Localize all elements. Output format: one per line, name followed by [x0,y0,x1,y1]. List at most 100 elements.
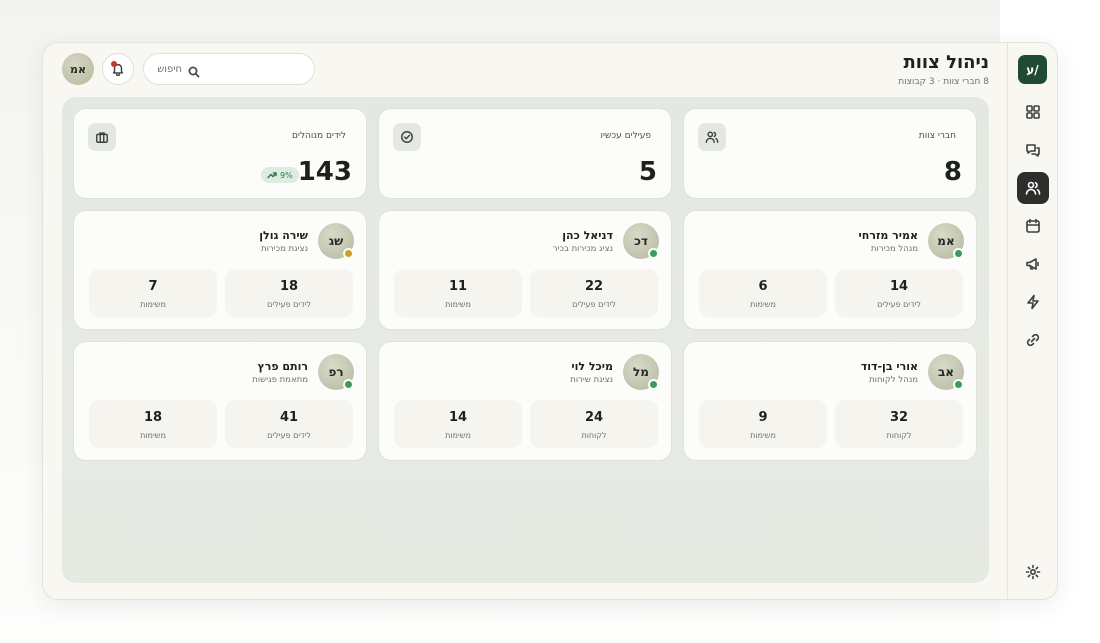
member-stat: 18 משימות [89,400,217,448]
member-stat: 14 לידים פעילים [835,269,963,317]
member-stat: 22 לידים פעילים [530,269,658,317]
member-name: רותם פרץ [257,360,308,373]
notifications-button[interactable] [102,53,134,85]
member-name: דניאל כהן [562,229,613,242]
search-input[interactable] [158,63,182,75]
member-stat-value: 6 [758,279,768,294]
status-dot [648,248,659,259]
member-name: שירה גולן [259,229,308,242]
stat-value: 5 [638,157,657,187]
member-stat-label: משימות [140,431,166,440]
member-stat-label: משימות [750,431,776,440]
member-stat-value: 41 [279,410,299,425]
stat-label: פעילים עכשיו [600,131,651,141]
member-stat: 24 לקוחות [530,400,658,448]
member-stat-value: 18 [279,279,299,294]
member-role: נציג מכירות בכיר [552,244,613,254]
status-dot [343,248,354,259]
stat-label: לידים מנוהלים [291,131,346,141]
settings-button[interactable] [1017,556,1049,588]
sidebar-item-calendar[interactable] [1017,210,1049,242]
users-icon [1025,181,1041,195]
search-icon [188,63,200,78]
page-title: ניהול צוות [903,52,989,73]
member-stat: 18 לידים פעילים [225,269,353,317]
main-panel: חברי צוות 8 פעילים עכשיו 5 לידים מנוהלים… [62,97,989,583]
stat-card-members: חברי צוות 8 [683,108,977,199]
member-name: אורי בן-דוד [860,360,918,373]
stat-card-active: פעילים עכשיו 5 [378,108,672,199]
member-stat-label: משימות [445,300,471,309]
member-stat: 32 לקוחות [835,400,963,448]
member-stat: 14 משימות [394,400,522,448]
header: ניהול צוות 8 חברי צוות · 3 קבוצות אמ [43,43,1009,97]
sidebar-item-automations[interactable] [1017,286,1049,318]
trend-value: 9% [280,170,293,180]
member-stat: 9 משימות [699,400,827,448]
sidebar-item-messages[interactable] [1017,134,1049,166]
member-stat: 41 לידים פעילים [225,400,353,448]
member-card[interactable]: אמ אמיר מזרחי מנהל מכירות 14 לידים פעילי… [683,210,977,330]
status-dot [953,379,964,390]
lightning-icon [1027,294,1039,310]
member-stat-label: משימות [445,431,471,440]
member-stat: 11 משימות [394,269,522,317]
member-stat-label: לידים פעילים [877,300,921,309]
member-card[interactable]: רפ רותם פרץ מתאמת פגישות 41 לידים פעילים… [73,341,367,461]
sidebar-item-dashboard[interactable] [1017,96,1049,128]
member-stat: 7 משימות [89,269,217,317]
sidebar-item-team[interactable] [1017,172,1049,204]
chat-icon [1026,144,1040,157]
member-stat-label: לידים פעילים [267,431,311,440]
grid-icon [1026,105,1040,119]
member-stat-value: 18 [143,410,163,425]
notification-dot [111,61,117,67]
member-stat-value: 22 [584,279,604,294]
sidebar-item-campaigns[interactable] [1017,248,1049,280]
sidebar: ע/ [1007,43,1057,599]
sidebar-item-integrations[interactable] [1017,324,1049,356]
status-dot [343,379,354,390]
member-card[interactable]: שג שירה גולן נציגת מכירות 18 לידים פעילי… [73,210,367,330]
member-stat-value: 24 [584,410,604,425]
trend-up-icon [267,172,277,179]
member-card[interactable]: דכ דניאל כהן נציג מכירות בכיר 22 לידים פ… [378,210,672,330]
member-stat-label: לקוחות [581,431,607,440]
briefcase-icon [88,123,116,151]
member-role: מנהל לקוחות [869,375,918,385]
users-icon [698,123,726,151]
member-stat-value: 11 [448,279,468,294]
stat-value: 8 [943,157,962,187]
gear-icon [1025,564,1041,580]
member-card[interactable]: מל מיכל לוי נציגת שירות 24 לקוחות 14 משי… [378,341,672,461]
member-role: נציגת מכירות [260,244,308,254]
member-stat-label: לידים פעילים [572,300,616,309]
stat-value: 143 [297,157,352,187]
member-stat: 6 משימות [699,269,827,317]
search-box[interactable] [143,53,315,85]
member-role: מנהל מכירות [870,244,918,254]
member-stat-value: 14 [889,279,909,294]
member-stat-value: 7 [148,279,158,294]
member-stat-label: משימות [140,300,166,309]
member-role: נציגת שירות [570,375,613,385]
trend-badge: 9% [261,167,299,183]
member-card[interactable]: אב אורי בן-דוד מנהל לקוחות 32 לקוחות 9 מ… [683,341,977,461]
user-avatar[interactable]: אמ [62,53,94,85]
megaphone-icon [1026,258,1039,270]
member-stat-value: 14 [448,410,468,425]
app-logo[interactable]: ע/ [1018,55,1047,84]
member-name: מיכל לוי [571,360,613,373]
status-dot [648,379,659,390]
member-stat-label: לידים פעילים [267,300,311,309]
stat-label: חברי צוות [918,131,956,141]
calendar-icon [1026,218,1040,233]
member-name: אמיר מזרחי [858,229,918,242]
check-circle-icon [393,123,421,151]
member-role: מתאמת פגישות [252,375,308,385]
app-window: ע/ ניהול צוות 8 חברי צוות · 3 קבוצות אמ [42,42,1058,600]
page-subtitle: 8 חברי צוות · 3 קבוצות [898,77,989,87]
member-stat-label: משימות [750,300,776,309]
member-stat-value: 32 [889,410,909,425]
link-icon [1026,333,1040,347]
